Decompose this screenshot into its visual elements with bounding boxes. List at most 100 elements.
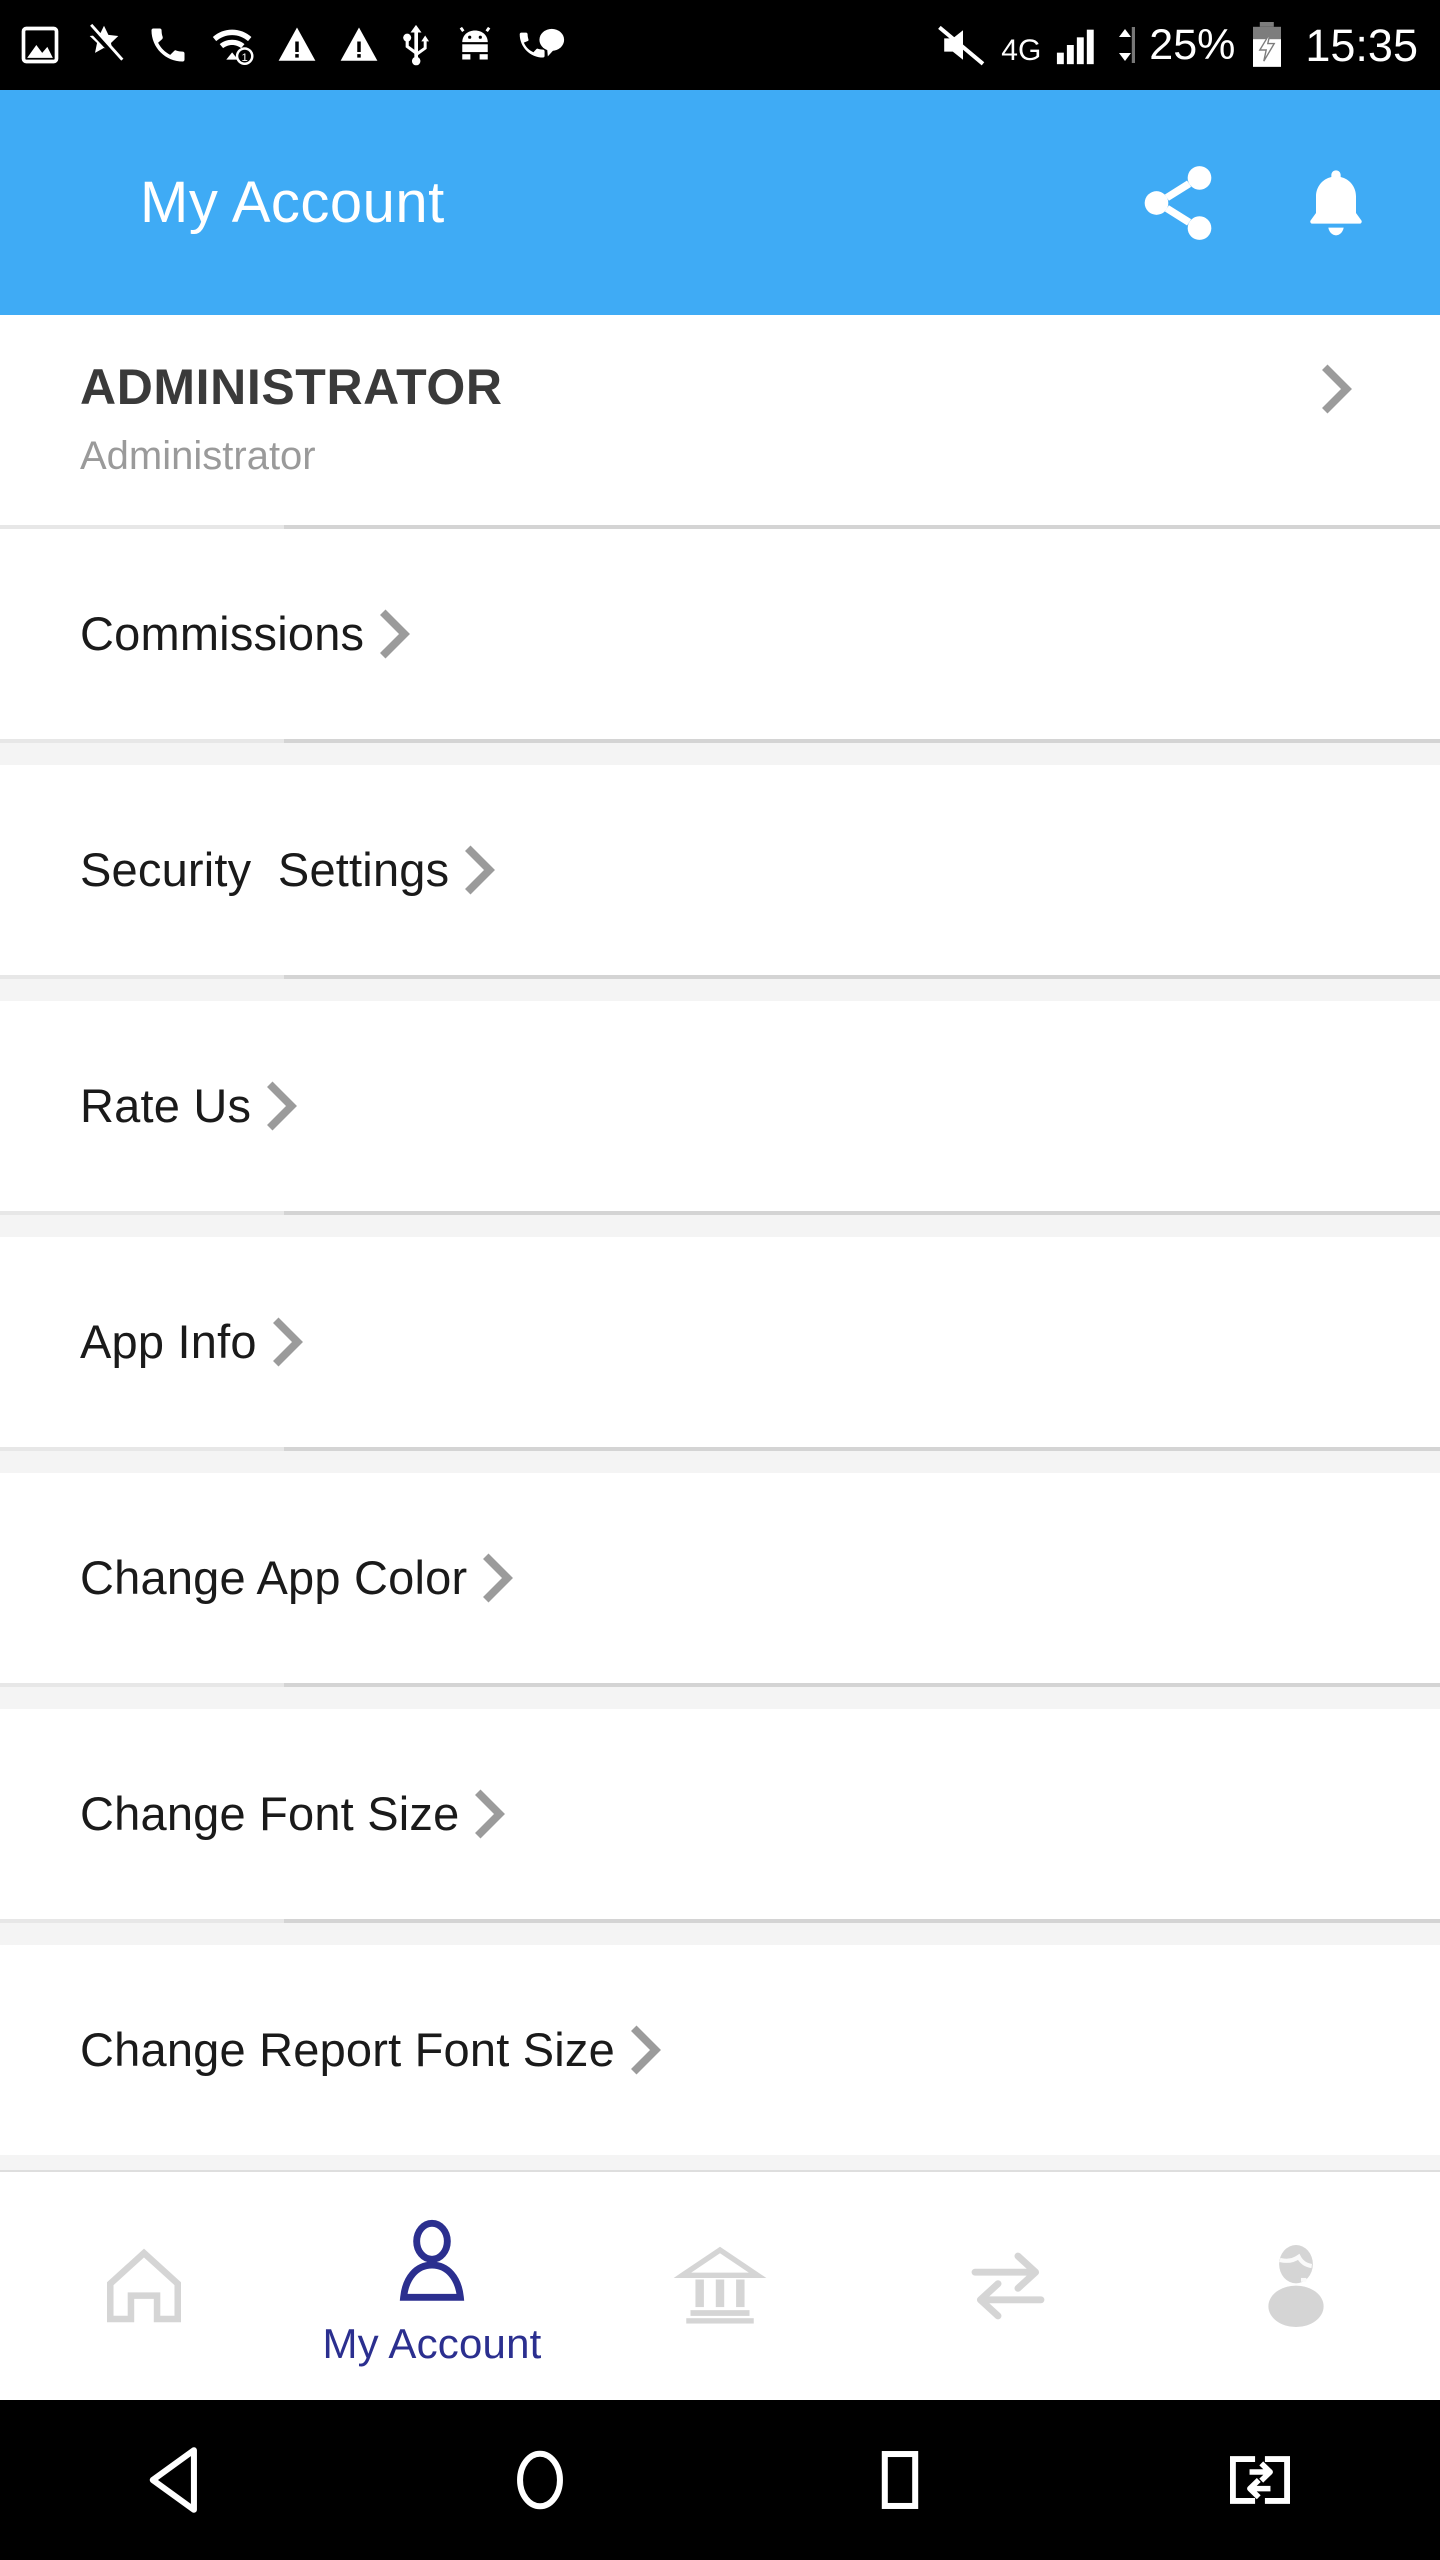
divider-segment-dark [284, 1683, 1440, 1687]
divider-segment-dark [284, 975, 1440, 979]
tab-label-my-account: My Account [322, 2320, 542, 2367]
account-role: Administrator [80, 433, 316, 478]
tab-icon-wrap [84, 2231, 204, 2341]
list-item-change-report-font-size[interactable]: Change Report Font Size [0, 1945, 1440, 2155]
tab-transfer[interactable] [864, 2172, 1152, 2400]
divider-segment-dark [284, 739, 1440, 743]
list-gap [0, 1687, 1440, 1709]
broken-media-icon [85, 23, 124, 64]
tab-bank[interactable] [576, 2172, 864, 2400]
notifications-button[interactable] [1288, 155, 1384, 251]
list-item-label: Commissions [80, 606, 365, 660]
home-circle-icon [517, 2450, 563, 2510]
call-icon [151, 28, 185, 62]
nav-recents-button[interactable] [720, 2400, 1080, 2560]
volume-mute-icon [938, 25, 985, 66]
divider [0, 1447, 1440, 1451]
status-bar-right-cluster: 4G 25% 15:35 [935, 20, 1418, 70]
network-type-label: 4G [1001, 34, 1042, 67]
list-item-label: Change Report Font Size [80, 2022, 615, 2076]
phone-screen: 1 4G 25% 15:35 My Account ADMINISTRATOR … [0, 0, 1440, 2560]
list-item-app-info[interactable]: App Info [0, 1237, 1440, 1447]
chevron-right-icon [1322, 364, 1352, 414]
page-title: My Account [140, 170, 445, 235]
divider [0, 739, 1440, 743]
tab-icon-wrap [1236, 2231, 1356, 2341]
divider-segment-dark [284, 1919, 1440, 1923]
image-icon [21, 26, 59, 64]
signal-bars-icon [1057, 29, 1095, 65]
list-item-text: ADMINISTRATOR Administrator [80, 359, 1306, 479]
divider [0, 1211, 1440, 1215]
list-gap [0, 1923, 1440, 1945]
divider [0, 1683, 1440, 1687]
divider-segment-light [0, 975, 284, 979]
nav-home-button[interactable] [360, 2400, 720, 2560]
list-item-label: Change Font Size [80, 1786, 460, 1840]
call-message-icon [519, 28, 565, 58]
tab-support[interactable] [1152, 2172, 1440, 2400]
clock-label: 15:35 [1305, 19, 1418, 71]
share-icon [1144, 165, 1212, 240]
bank-icon [673, 2246, 767, 2324]
list-item-label: Rate Us [80, 1078, 252, 1132]
chevron-right-icon [272, 1317, 303, 1367]
list-item-label: Security Settings [80, 842, 450, 896]
list-item-security-settings[interactable]: Security Settings [0, 765, 1440, 975]
account-name: ADMINISTRATOR [80, 359, 503, 415]
tab-icon-wrap [372, 2207, 492, 2317]
list-item-change-font-size[interactable]: Change Font Size [0, 1709, 1440, 1919]
warning-icon [340, 27, 378, 61]
share-button[interactable] [1130, 155, 1226, 251]
chevron-right-icon [483, 1553, 514, 1603]
chevron-right-icon [630, 2025, 661, 2075]
settings-list: ADMINISTRATOR Administrator Commissions … [0, 315, 1440, 2181]
list-gap [0, 1451, 1440, 1473]
support-agent-icon [1268, 2244, 1324, 2328]
tab-icon-wrap [660, 2231, 780, 2341]
divider [0, 1919, 1440, 1923]
nav-back-button[interactable] [0, 2400, 360, 2560]
warning-icon [278, 27, 316, 61]
back-triangle-icon [149, 2447, 197, 2513]
divider-segment-light [0, 1919, 284, 1923]
data-transfer-icon [1119, 27, 1136, 63]
divider-segment-light [0, 1211, 284, 1215]
split-screen-swap-icon [1230, 2456, 1290, 2504]
nav-split-screen-button[interactable] [1080, 2400, 1440, 2560]
divider-segment-dark [284, 1447, 1440, 1451]
android-debug-icon [459, 26, 491, 60]
tab-home[interactable] [0, 2172, 288, 2400]
svg-text:1: 1 [242, 52, 248, 64]
list-item-label: App Info [80, 1314, 257, 1368]
status-bar-left-icons: 1 [18, 23, 935, 67]
divider-segment-light [0, 1447, 284, 1451]
tab-icon-wrap [948, 2231, 1068, 2341]
list-gap [0, 1215, 1440, 1237]
tab-my-account[interactable]: My Account [288, 2172, 576, 2400]
app-bar: My Account [0, 90, 1440, 315]
wifi-icon: 1 [212, 29, 254, 65]
divider [0, 975, 1440, 979]
chevron-right-icon [380, 609, 411, 659]
bottom-tab-bar: My Account [0, 2170, 1440, 2400]
list-item-commissions[interactable]: Commissions [0, 529, 1440, 739]
list-gap [0, 979, 1440, 1001]
divider-segment-light [0, 739, 284, 743]
person-icon [399, 2219, 465, 2301]
app-bar-actions [1130, 155, 1384, 251]
list-item-change-app-color[interactable]: Change App Color [0, 1473, 1440, 1683]
list-item-label: Change App Color [80, 1550, 468, 1604]
transfer-arrows-icon [971, 2252, 1045, 2320]
home-icon [107, 2248, 181, 2323]
list-item-rate-us[interactable]: Rate Us [0, 1001, 1440, 1211]
bell-icon [1310, 169, 1362, 235]
battery-percent-label: 25% [1149, 20, 1236, 69]
status-bar: 1 4G 25% 15:35 [0, 0, 1440, 90]
recents-square-icon [881, 2451, 919, 2509]
divider-segment-dark [284, 1211, 1440, 1215]
battery-charging-icon [1253, 22, 1282, 67]
usb-icon [403, 24, 430, 66]
list-item-administrator[interactable]: ADMINISTRATOR Administrator [0, 315, 1440, 525]
android-navigation-bar [0, 2400, 1440, 2560]
